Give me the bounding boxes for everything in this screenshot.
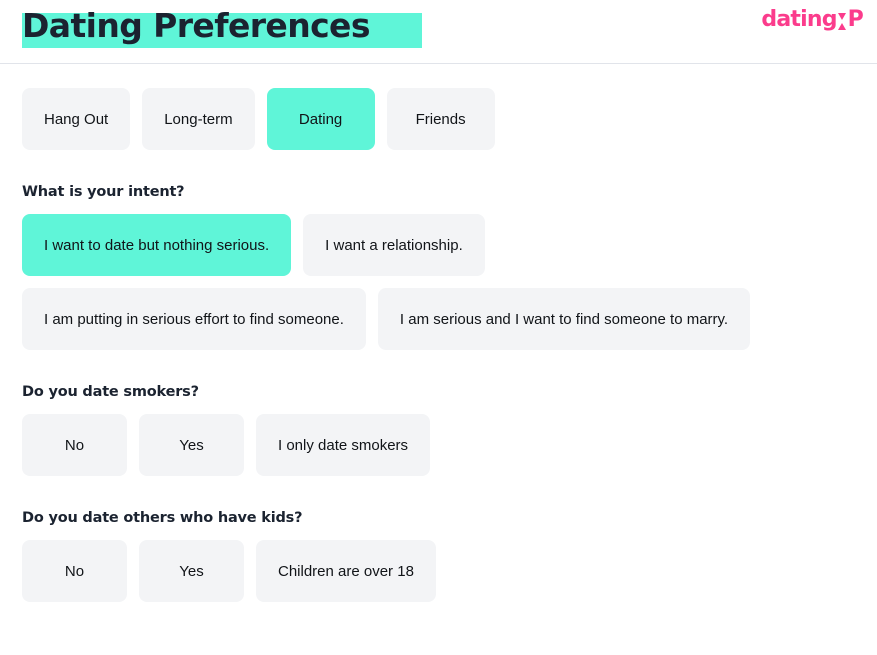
- question-heading: What is your intent?: [22, 184, 185, 200]
- question-heading: Do you date others who have kids?: [22, 510, 303, 526]
- tab-hang-out[interactable]: Hang Out: [22, 88, 131, 150]
- page-title: Dating Preferences: [22, 6, 370, 45]
- option-i-am-serious-and-i-want-to-find-someone-to-marry[interactable]: I am serious and I want to find someone …: [377, 288, 751, 350]
- brand-logo[interactable]: dating P: [761, 6, 863, 34]
- question-section: What is your intent? I want to date but n…: [22, 184, 855, 350]
- tab-dating[interactable]: Dating: [266, 88, 375, 150]
- options-row: No Yes Children are over 18: [22, 540, 855, 602]
- option-no[interactable]: No: [22, 540, 127, 602]
- options-row: I am putting in serious effort to find s…: [22, 288, 855, 350]
- tab-friends[interactable]: Friends: [386, 88, 495, 150]
- question-heading: Do you date smokers?: [22, 384, 199, 400]
- options-row: I want to date but nothing serious. I wan…: [22, 214, 855, 276]
- question-section: Do you date others who have kids? No Yes Ch…: [22, 510, 855, 602]
- preference-tabs: Hang Out Long-term Dating Friends: [22, 88, 855, 150]
- option-i-want-a-relationship[interactable]: I want a relationship.: [303, 214, 485, 276]
- main-content: Hang Out Long-term Dating Friends What is y…: [0, 88, 877, 602]
- brand-logo-suffix: P: [847, 7, 864, 32]
- options-row: No Yes I only date smokers: [22, 414, 855, 476]
- option-i-am-putting-in-serious-effort-to-find-someone[interactable]: I am putting in serious effort to find s…: [22, 288, 366, 350]
- option-children-are-over-18[interactable]: Children are over 18: [256, 540, 436, 602]
- question-section: Do you date smokers? No Yes I only date smo…: [22, 384, 855, 476]
- option-yes[interactable]: Yes: [139, 540, 244, 602]
- page-header: Dating Preferences dating P: [0, 0, 877, 64]
- option-i-only-date-smokers[interactable]: I only date smokers: [256, 414, 431, 476]
- x-hourglass-icon: [837, 12, 846, 30]
- brand-logo-word: dating: [761, 7, 837, 32]
- option-i-want-to-date-but-nothing-serious[interactable]: I want to date but nothing serious.: [22, 214, 292, 276]
- option-no[interactable]: No: [22, 414, 127, 476]
- tab-long-term[interactable]: Long-term: [142, 88, 255, 150]
- option-yes[interactable]: Yes: [139, 414, 244, 476]
- sections-container: What is your intent? I want to date but n…: [22, 184, 855, 602]
